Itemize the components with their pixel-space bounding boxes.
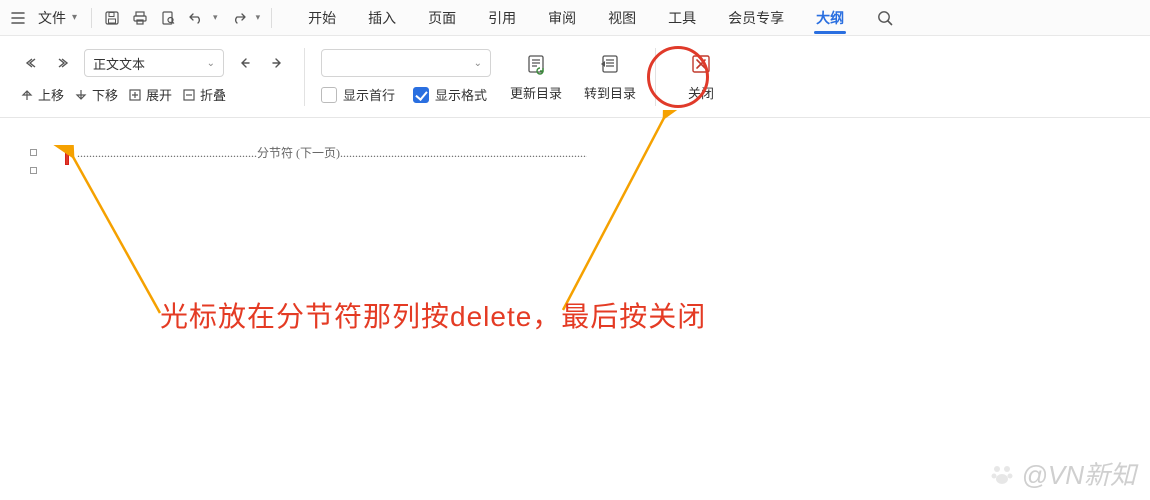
- promote-one-button[interactable]: [234, 52, 256, 74]
- tab-label: 页面: [428, 8, 456, 28]
- outline-row[interactable]: ........................................…: [30, 144, 1140, 160]
- divider: [271, 8, 272, 28]
- file-menu-label: 文件: [38, 8, 66, 28]
- tab-label: 会员专享: [728, 8, 784, 28]
- section-break-label: 分节符 (下一页): [257, 146, 340, 160]
- annotation-text: 光标放在分节符那列按delete，最后按关闭: [160, 295, 706, 335]
- update-toc-icon: [525, 51, 547, 77]
- demote-one-button[interactable]: [266, 52, 288, 74]
- chevron-down-icon: ⌄: [207, 58, 215, 69]
- outline-level-select[interactable]: 正文文本 ⌄: [84, 49, 224, 77]
- show-group: ⌄ 显示首行 显示格式: [321, 49, 491, 104]
- chevron-down-icon: ▾: [256, 12, 261, 23]
- tab-label: 大纲: [816, 8, 844, 28]
- hamburger-button[interactable]: [6, 0, 34, 36]
- update-toc-button[interactable]: 更新目录: [507, 51, 565, 102]
- tab-label: 审阅: [548, 8, 576, 28]
- tab-member[interactable]: 会员专享: [712, 0, 800, 36]
- divider: [655, 48, 656, 106]
- expand-label: 展开: [146, 85, 172, 104]
- outline-level-group: 正文文本 ⌄ 上移 下移 展开: [20, 49, 288, 104]
- divider: [91, 8, 92, 28]
- bullet-icon: [30, 167, 37, 174]
- close-label: 关闭: [688, 83, 714, 102]
- tab-page[interactable]: 页面: [412, 0, 472, 36]
- promote-button[interactable]: [20, 52, 42, 74]
- tab-tools[interactable]: 工具: [652, 0, 712, 36]
- divider: [304, 48, 305, 106]
- tab-label: 插入: [368, 8, 396, 28]
- show-format-checkbox[interactable]: 显示格式: [413, 85, 487, 104]
- undo-button[interactable]: [183, 5, 209, 31]
- preview-button[interactable]: [155, 5, 181, 31]
- tab-review[interactable]: 审阅: [532, 0, 592, 36]
- chevron-down-icon: ▾: [213, 12, 218, 23]
- goto-toc-label: 转到目录: [584, 83, 636, 102]
- tab-view[interactable]: 视图: [592, 0, 652, 36]
- tab-ref[interactable]: 引用: [472, 0, 532, 36]
- checkbox-unchecked-icon: [321, 87, 337, 103]
- show-format-label: 显示格式: [435, 85, 487, 104]
- undo-group: ▾ ▾: [182, 5, 265, 31]
- show-first-line-label: 显示首行: [343, 85, 395, 104]
- move-down-label: 下移: [92, 85, 118, 104]
- bullet-icon: [30, 149, 37, 156]
- text-cursor: [65, 147, 69, 165]
- chevron-down-icon: ▾: [72, 12, 77, 23]
- show-first-line-checkbox[interactable]: 显示首行: [321, 85, 395, 104]
- chevron-down-icon: ⌄: [474, 58, 482, 69]
- expand-button[interactable]: 展开: [128, 85, 172, 104]
- close-icon: [690, 51, 712, 77]
- outline-level-value: 正文文本: [93, 54, 145, 73]
- paw-icon: [989, 461, 1015, 487]
- redo-button[interactable]: [226, 5, 252, 31]
- checkbox-checked-icon: [413, 87, 429, 103]
- move-down-button[interactable]: 下移: [74, 85, 118, 104]
- update-toc-label: 更新目录: [510, 83, 562, 102]
- tab-label: 工具: [668, 8, 696, 28]
- tab-label: 引用: [488, 8, 516, 28]
- tab-label: 视图: [608, 8, 636, 28]
- tab-start[interactable]: 开始: [292, 0, 352, 36]
- print-button[interactable]: [127, 5, 153, 31]
- collapse-button[interactable]: 折叠: [182, 85, 226, 104]
- move-up-button[interactable]: 上移: [20, 85, 64, 104]
- menubar: 文件 ▾ ▾ ▾ 开始 插入 页面 引用 审阅 视图 工具 会员专享 大纲: [0, 0, 1150, 36]
- outline-row[interactable]: [30, 162, 1140, 178]
- tab-label: 开始: [308, 8, 336, 28]
- tabs: 开始 插入 页面 引用 审阅 视图 工具 会员专享 大纲: [292, 0, 860, 36]
- show-level-select[interactable]: ⌄: [321, 49, 491, 77]
- section-break-marker: ........................................…: [77, 144, 587, 161]
- demote-button[interactable]: [52, 52, 74, 74]
- close-outline-button[interactable]: 关闭: [672, 51, 730, 102]
- goto-toc-button[interactable]: 转到目录: [581, 51, 639, 102]
- watermark-label: @VN新知: [1021, 455, 1136, 492]
- watermark: @VN新知: [989, 455, 1136, 492]
- goto-toc-icon: [599, 51, 621, 77]
- save-button[interactable]: [99, 5, 125, 31]
- collapse-label: 折叠: [200, 85, 226, 104]
- file-menu[interactable]: 文件 ▾: [34, 0, 85, 36]
- tab-insert[interactable]: 插入: [352, 0, 412, 36]
- search-button[interactable]: [870, 3, 900, 33]
- tab-outline[interactable]: 大纲: [800, 0, 860, 36]
- move-up-label: 上移: [38, 85, 64, 104]
- outline-ribbon: 正文文本 ⌄ 上移 下移 展开: [0, 36, 1150, 118]
